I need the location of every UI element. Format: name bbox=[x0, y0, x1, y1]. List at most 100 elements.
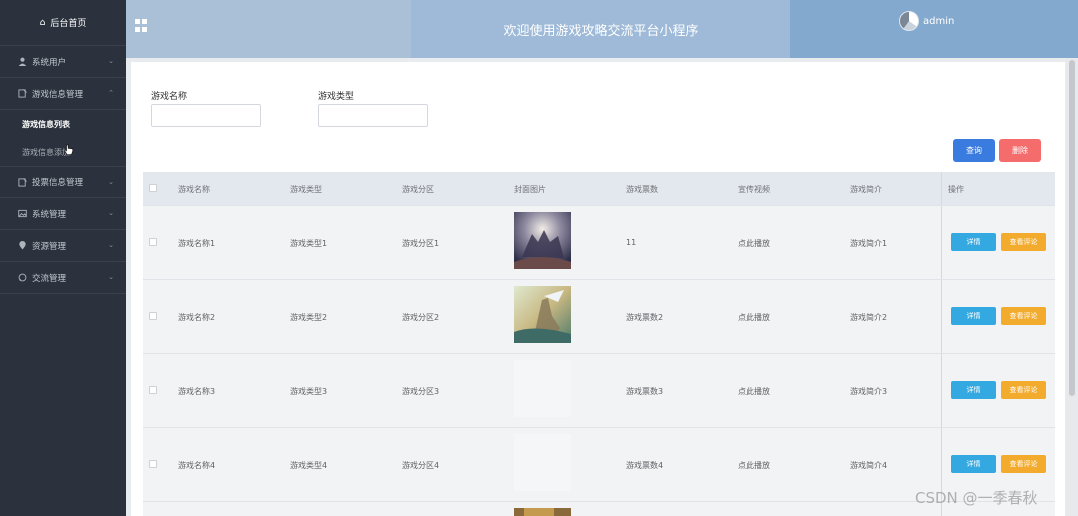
game-name: 游戏名称1 bbox=[178, 239, 216, 248]
detail-button[interactable]: 详情 bbox=[951, 233, 996, 251]
game-votes: 游戏票数4 bbox=[626, 461, 664, 470]
game-name: 游戏名称2 bbox=[178, 313, 216, 322]
sidebar-item-game-info[interactable]: 游戏信息管理 ⌃ bbox=[0, 78, 126, 110]
game-name: 游戏名称3 bbox=[178, 387, 216, 396]
video-link[interactable]: 点此播放 bbox=[738, 460, 770, 471]
game-votes: 游戏票数2 bbox=[626, 313, 664, 322]
column-header: 宣传视频 bbox=[738, 185, 770, 194]
game-votes: 游戏票数3 bbox=[626, 387, 664, 396]
user-area[interactable]: admin bbox=[790, 0, 1078, 58]
game-table: 游戏名称 游戏类型 游戏分区 封面图片 游戏票数 宣传视频 游戏简介 操作 游戏… bbox=[143, 172, 1055, 516]
game-name: 游戏名称4 bbox=[178, 461, 216, 470]
user-icon bbox=[18, 57, 27, 66]
file-icon bbox=[18, 177, 27, 187]
sidebar-home[interactable]: ⌂ 后台首页 bbox=[0, 0, 126, 46]
column-header: 游戏名称 bbox=[178, 185, 210, 194]
username[interactable]: admin bbox=[923, 16, 954, 27]
detail-button[interactable]: 详情 bbox=[951, 307, 996, 325]
page-scrollbar[interactable] bbox=[1066, 58, 1078, 516]
sidebar-subitem-game-add[interactable]: 游戏信息添加 bbox=[0, 138, 126, 166]
sidebar-item-communication-management[interactable]: 交流管理 ⌄ bbox=[0, 262, 126, 294]
delete-button[interactable]: 删除 bbox=[999, 139, 1041, 162]
sidebar-item-system-users[interactable]: 系统用户 ⌄ bbox=[0, 46, 126, 78]
cover-image[interactable] bbox=[514, 212, 571, 269]
game-type: 游戏类型1 bbox=[290, 239, 328, 248]
row-checkbox[interactable] bbox=[149, 460, 157, 468]
game-intro: 游戏简介3 bbox=[850, 387, 888, 396]
cover-image[interactable] bbox=[514, 286, 571, 343]
sidebar-subitem-label: 游戏信息添加 bbox=[22, 147, 70, 157]
row-checkbox[interactable] bbox=[149, 238, 157, 246]
view-comments-button[interactable]: 查看评论 bbox=[1001, 381, 1046, 399]
column-divider bbox=[941, 206, 942, 279]
sidebar-item-vote-info[interactable]: 投票信息管理 ⌄ bbox=[0, 166, 126, 198]
column-header: 游戏票数 bbox=[626, 185, 658, 194]
sidebar-home-label: 后台首页 bbox=[50, 19, 87, 29]
table-row: 游戏名称1 游戏类型1 游戏分区1 11 点此播放 游戏简介1 详情 查看评论 bbox=[143, 205, 1055, 279]
column-header: 游戏简介 bbox=[850, 185, 882, 194]
view-comments-button[interactable]: 查看评论 bbox=[1001, 307, 1046, 325]
watermark: CSDN @一季春秋 bbox=[915, 489, 1038, 507]
sidebar-item-resource-management[interactable]: 资源管理 ⌄ bbox=[0, 230, 126, 262]
cover-image-placeholder bbox=[514, 360, 571, 417]
column-header: 游戏分区 bbox=[402, 185, 434, 194]
chevron-down-icon: ⌄ bbox=[108, 241, 114, 249]
game-type: 游戏类型2 bbox=[290, 313, 328, 322]
sidebar: ⌂ 后台首页 系统用户 ⌄ 游戏信息管理 ⌃ 游戏信息列表 游戏信息添加 投票信… bbox=[0, 0, 126, 516]
sidebar-item-label: 资源管理 bbox=[32, 241, 67, 252]
cover-image-placeholder bbox=[514, 434, 571, 491]
game-votes: 11 bbox=[626, 238, 637, 247]
main-content: 游戏名称 游戏类型 查询 删除 游戏名称 游戏类型 游戏分区 封面图片 游戏票数… bbox=[131, 62, 1065, 516]
column-divider bbox=[941, 354, 942, 427]
avatar[interactable] bbox=[899, 11, 919, 31]
view-comments-button[interactable]: 查看评论 bbox=[1001, 233, 1046, 251]
row-checkbox[interactable] bbox=[149, 312, 157, 320]
game-type: 游戏类型4 bbox=[290, 461, 328, 470]
game-zone: 游戏分区4 bbox=[402, 461, 440, 470]
page-title: 欢迎使用游戏攻略交流平台小程序 bbox=[411, 0, 791, 58]
video-link[interactable]: 点此播放 bbox=[738, 386, 770, 397]
top-header: 欢迎使用游戏攻略交流平台小程序 admin bbox=[126, 0, 1078, 58]
chevron-down-icon: ⌄ bbox=[108, 178, 114, 186]
picture-icon bbox=[18, 209, 27, 218]
cover-image[interactable] bbox=[514, 508, 571, 516]
video-link[interactable]: 点此播放 bbox=[738, 238, 770, 249]
sidebar-subitem-game-list[interactable]: 游戏信息列表 bbox=[0, 110, 126, 138]
row-checkbox[interactable] bbox=[149, 386, 157, 394]
game-intro: 游戏简介1 bbox=[850, 239, 888, 248]
column-divider bbox=[941, 280, 942, 353]
game-type-label: 游戏类型 bbox=[318, 92, 355, 102]
chevron-down-icon: ⌄ bbox=[108, 57, 114, 65]
home-icon: ⌂ bbox=[39, 17, 46, 28]
chevron-up-icon: ⌃ bbox=[108, 89, 114, 97]
sidebar-item-system-management[interactable]: 系统管理 ⌄ bbox=[0, 198, 126, 230]
game-zone: 游戏分区2 bbox=[402, 313, 440, 322]
select-all-checkbox[interactable] bbox=[149, 184, 157, 192]
column-header: 游戏类型 bbox=[290, 185, 322, 194]
game-intro: 游戏简介2 bbox=[850, 313, 888, 322]
file-icon bbox=[18, 89, 27, 98]
game-type-input[interactable] bbox=[318, 104, 428, 127]
detail-button[interactable]: 详情 bbox=[951, 455, 996, 473]
grid-menu-icon[interactable] bbox=[135, 19, 148, 32]
sidebar-item-label: 系统管理 bbox=[32, 209, 67, 220]
video-link[interactable]: 点此播放 bbox=[738, 312, 770, 323]
chat-icon bbox=[18, 273, 27, 282]
column-header: 封面图片 bbox=[514, 185, 546, 194]
table-row: 游戏名称2 游戏类型2 游戏分区2 游戏票数2 点此播放 游戏简介2 详情 查看… bbox=[143, 279, 1055, 353]
column-header: 操作 bbox=[948, 185, 964, 194]
table-header: 游戏名称 游戏类型 游戏分区 封面图片 游戏票数 宣传视频 游戏简介 操作 bbox=[143, 172, 1055, 205]
column-divider bbox=[941, 172, 942, 205]
sidebar-item-label: 系统用户 bbox=[32, 57, 67, 68]
detail-button[interactable]: 详情 bbox=[951, 381, 996, 399]
hand-cursor-icon bbox=[64, 144, 74, 155]
sidebar-item-label: 投票信息管理 bbox=[32, 178, 84, 188]
location-icon bbox=[19, 241, 26, 250]
query-button[interactable]: 查询 bbox=[953, 139, 995, 162]
view-comments-button[interactable]: 查看评论 bbox=[1001, 455, 1046, 473]
chevron-down-icon: ⌄ bbox=[108, 273, 114, 281]
sidebar-item-label: 游戏信息管理 bbox=[32, 89, 84, 100]
game-name-input[interactable] bbox=[151, 104, 261, 127]
scrollbar-thumb[interactable] bbox=[1069, 60, 1075, 396]
game-intro: 游戏简介4 bbox=[850, 461, 888, 470]
